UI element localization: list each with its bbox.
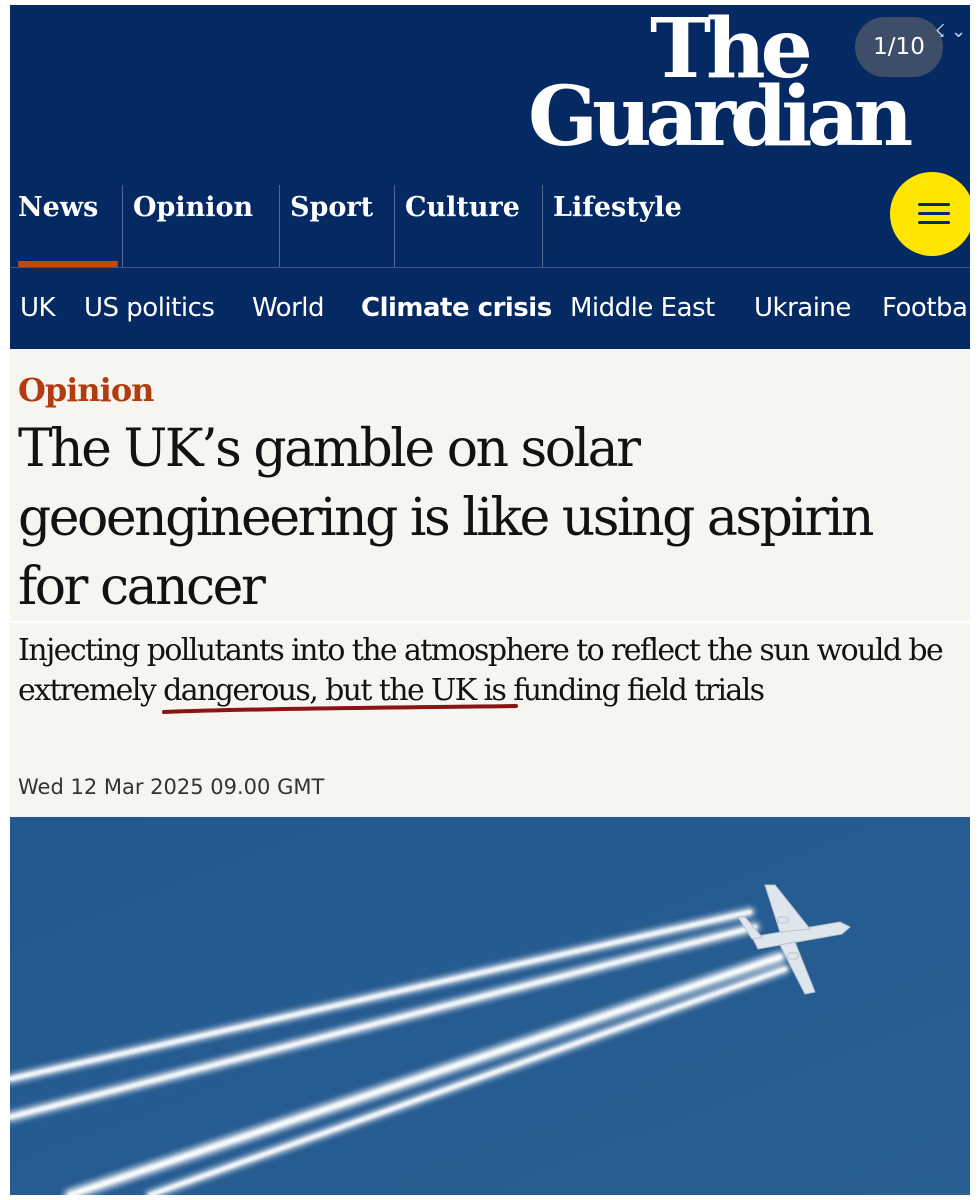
screenshot-frame: The Guardian 1/10 ☇ ⌄ News Opinion Sport… bbox=[10, 5, 970, 1195]
masthead: The Guardian 1/10 ☇ ⌄ News Opinion Sport… bbox=[10, 5, 970, 267]
pillar-label: Opinion bbox=[133, 192, 254, 223]
article-header: Opinion The UK’s gamble on solar geoengi… bbox=[10, 349, 970, 814]
section-subnav: UK US politics World Climate crisis Midd… bbox=[10, 267, 970, 350]
article-standfirst: Injecting pollutants into the atmosphere… bbox=[18, 633, 944, 708]
pillar-lifestyle[interactable]: Lifestyle bbox=[542, 185, 702, 267]
pillar-label: Lifestyle bbox=[553, 192, 682, 223]
logo-line-guardian: Guardian bbox=[528, 69, 913, 165]
subnav-item-ukraine[interactable]: Ukraine bbox=[754, 293, 851, 323]
collapse-icon[interactable]: ☇ ⌄ bbox=[935, 21, 966, 42]
subnav-item-climate-crisis[interactable]: Climate crisis bbox=[361, 293, 552, 323]
article-photo-airplane-contrails bbox=[10, 817, 970, 1195]
section-kicker[interactable]: Opinion bbox=[18, 371, 154, 409]
pillar-label: Sport bbox=[290, 192, 374, 223]
pillar-opinion[interactable]: Opinion bbox=[122, 185, 279, 267]
handwritten-underline-mark bbox=[162, 704, 518, 714]
subnav-item-football[interactable]: Footba bbox=[882, 293, 968, 323]
article-headline: The UK’s gamble on solar geoengineering … bbox=[18, 419, 875, 617]
menu-button[interactable] bbox=[890, 172, 970, 256]
subnav-item-uk[interactable]: UK bbox=[20, 293, 56, 323]
standfirst-container: Injecting pollutants into the atmosphere… bbox=[10, 621, 970, 708]
image-counter-badge: 1/10 bbox=[855, 17, 943, 77]
pillar-label: News bbox=[18, 192, 99, 223]
subnav-item-middle-east[interactable]: Middle East bbox=[570, 293, 715, 323]
pillar-news[interactable]: News bbox=[10, 185, 122, 267]
pillar-sport[interactable]: Sport bbox=[279, 185, 394, 267]
pillar-label: Culture bbox=[405, 192, 520, 223]
pillar-culture[interactable]: Culture bbox=[394, 185, 542, 267]
article-dateline: Wed 12 Mar 2025 09.00 GMT bbox=[18, 775, 325, 799]
subnav-item-world[interactable]: World bbox=[252, 293, 325, 323]
airplane-contrails-illustration bbox=[10, 817, 970, 1195]
subnav-item-us-politics[interactable]: US politics bbox=[84, 293, 215, 323]
